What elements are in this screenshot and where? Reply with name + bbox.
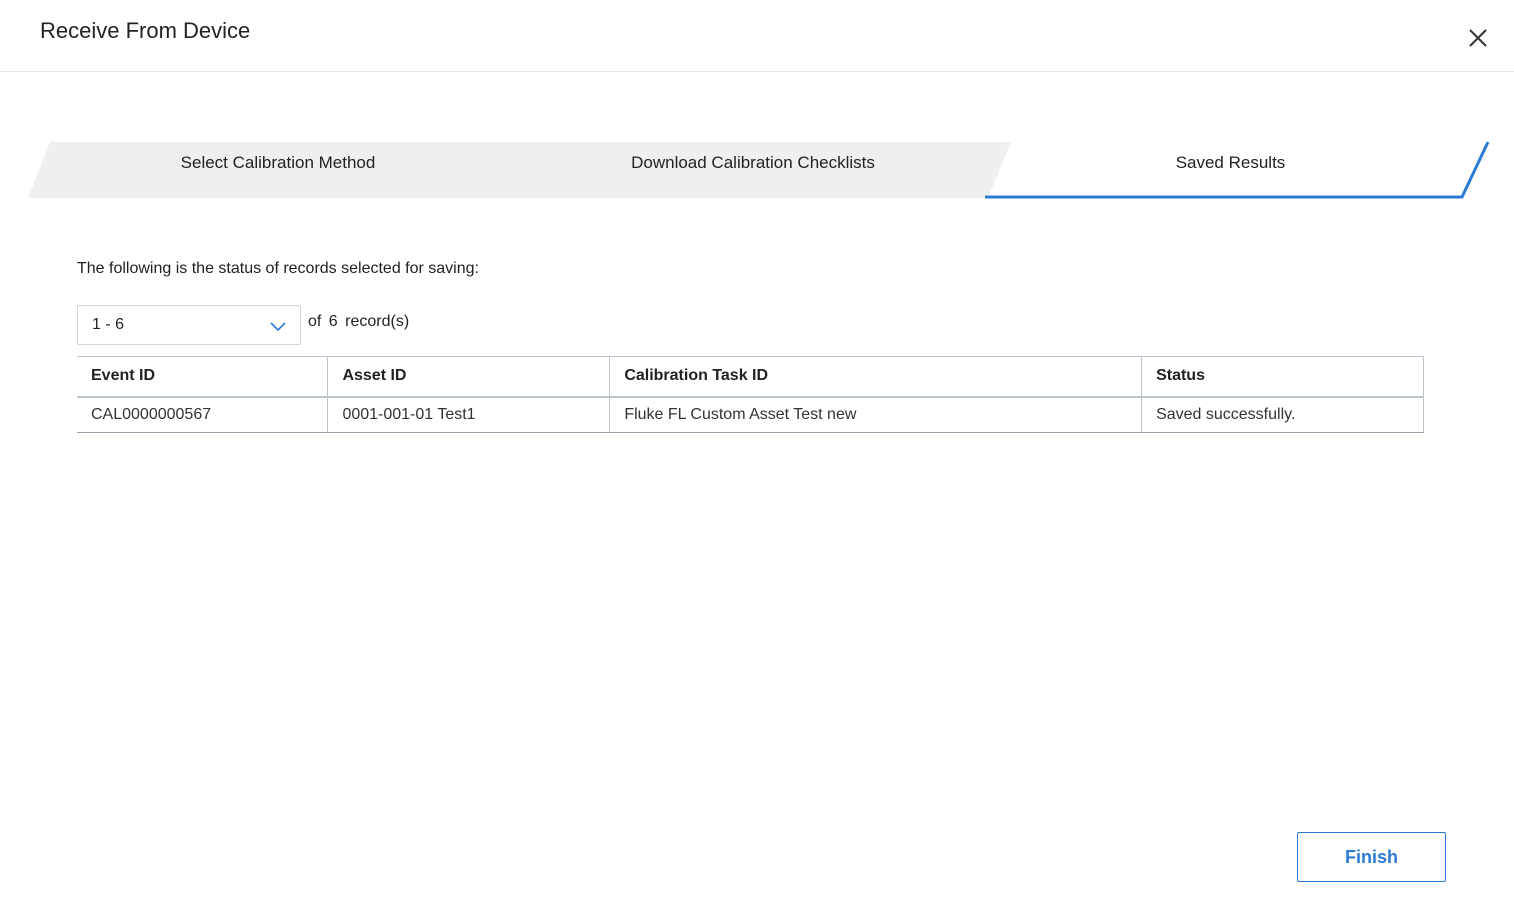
table-header-row: Event ID Asset ID Calibration Task ID St… xyxy=(77,356,1424,398)
close-button[interactable] xyxy=(1462,22,1494,54)
column-header-calibration-task-id[interactable]: Calibration Task ID xyxy=(609,356,1143,398)
record-range-select[interactable]: 1 - 6 xyxy=(77,305,301,345)
chevron-down-icon xyxy=(270,322,286,332)
dialog-title: Receive From Device xyxy=(40,18,251,43)
record-count-unit: record(s) xyxy=(345,313,410,330)
finish-button[interactable]: Finish xyxy=(1297,832,1446,882)
results-table: Event ID Asset ID Calibration Task ID St… xyxy=(77,356,1424,433)
cell-event-id: CAL0000000567 xyxy=(77,396,329,433)
step-download-calibration-checklists[interactable]: Download Calibration Checklists xyxy=(558,153,948,173)
cell-asset-id: 0001-001-01 Test1 xyxy=(327,396,611,433)
record-count-total: 6 xyxy=(328,313,338,330)
record-range-value: 1 - 6 xyxy=(92,316,125,333)
intro-text: The following is the status of records s… xyxy=(77,260,479,277)
table-row: CAL0000000567 0001-001-01 Test1 Fluke FL… xyxy=(77,396,1424,433)
column-header-asset-id[interactable]: Asset ID xyxy=(327,356,611,398)
cell-calibration-task-id: Fluke FL Custom Asset Test new xyxy=(609,396,1143,433)
dialog-header: Receive From Device xyxy=(0,0,1514,72)
step-select-calibration-method[interactable]: Select Calibration Method xyxy=(88,153,468,173)
cell-status: Saved successfully. xyxy=(1141,396,1424,433)
step-saved-results[interactable]: Saved Results xyxy=(1028,153,1433,173)
close-icon xyxy=(1469,29,1487,47)
record-count: of 6 record(s) xyxy=(308,313,412,331)
column-header-event-id[interactable]: Event ID xyxy=(77,356,329,398)
column-header-status[interactable]: Status xyxy=(1141,356,1424,398)
record-count-of: of xyxy=(308,313,322,330)
wizard-stepper: Select Calibration Method Download Calib… xyxy=(28,141,1491,201)
